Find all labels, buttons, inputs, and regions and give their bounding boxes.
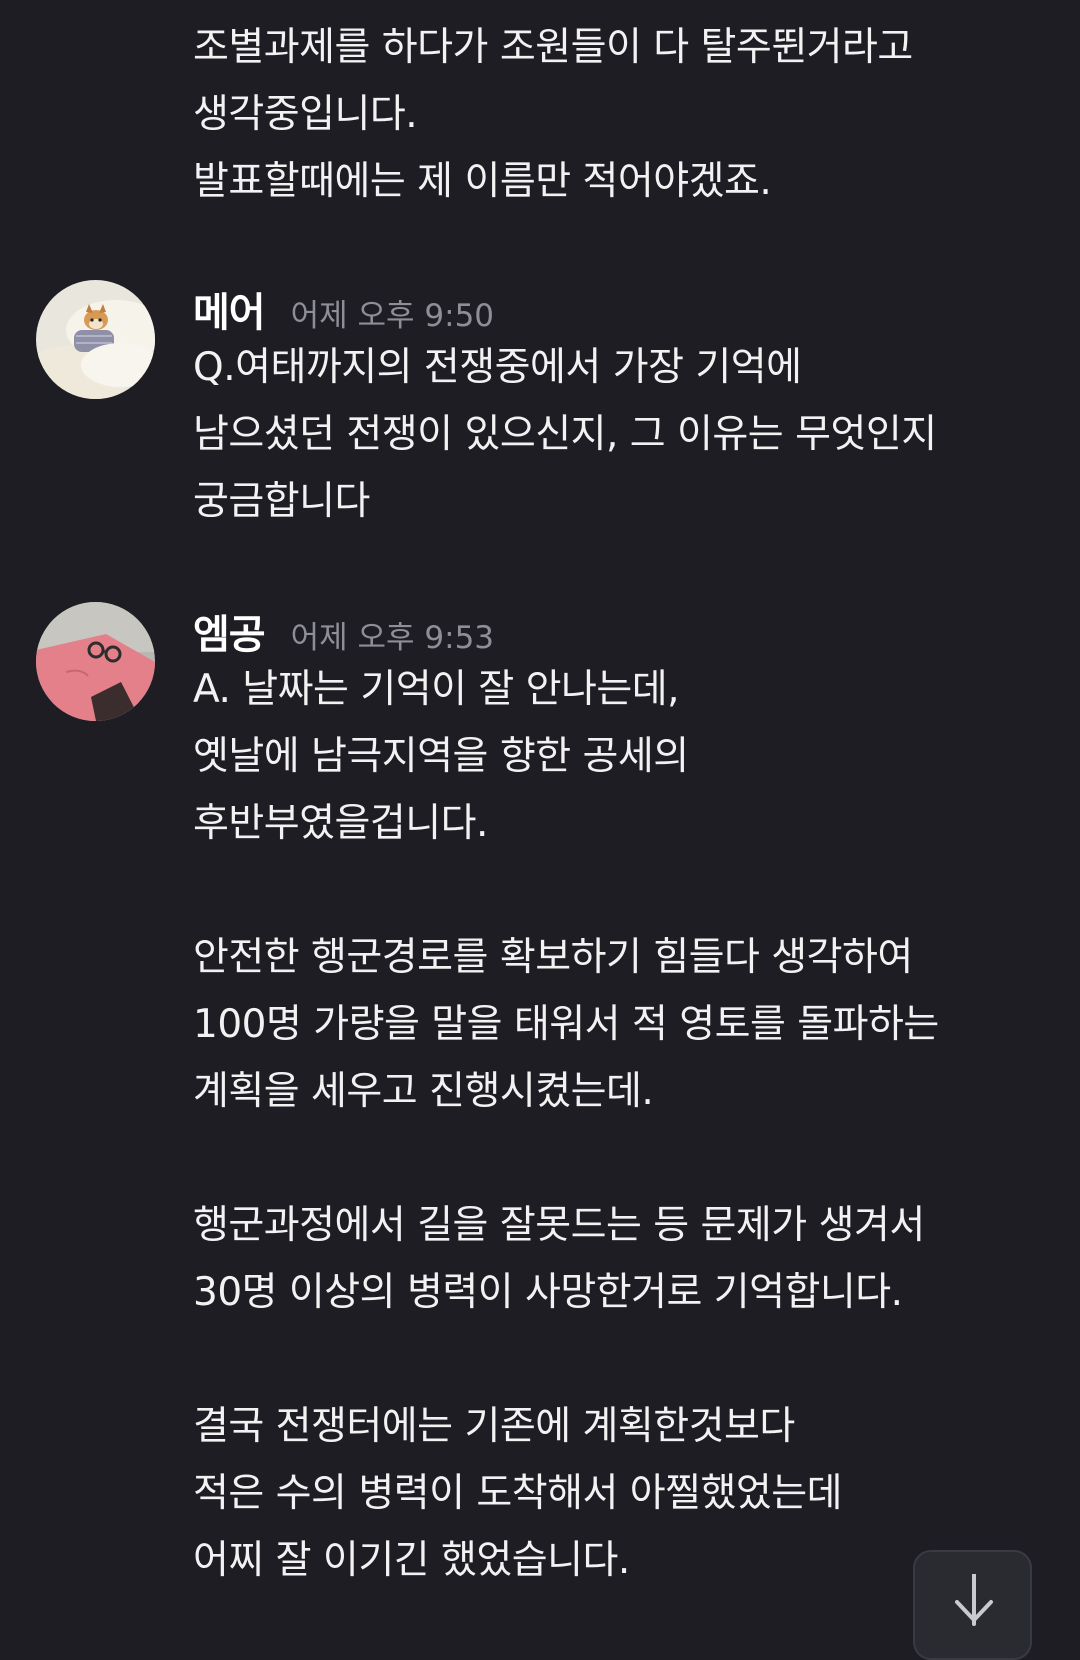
message-body: 조별과제를 하다가 조원들이 다 탈주뛴거라고 생각중입니다. 발표할때에는 제… bbox=[193, 14, 1053, 215]
message-line: 100명 가량을 말을 태워서 적 영토를 돌파하는 bbox=[193, 1002, 939, 1047]
pink-sunglasses-avatar bbox=[36, 602, 155, 721]
avatar[interactable] bbox=[36, 602, 155, 721]
message-line: 계획을 세우고 진행시켰는데. bbox=[193, 1069, 654, 1114]
scroll-to-bottom-button[interactable] bbox=[913, 1550, 1032, 1660]
message-header: 메어 어제 오후 9:50 bbox=[193, 280, 494, 340]
message-line: 결국 전쟁터에는 기존에 계획한것보다 bbox=[193, 1404, 795, 1449]
message-line: 생각중입니다. bbox=[193, 92, 418, 137]
message-line: 후반부였을겁니다. bbox=[193, 801, 488, 846]
message-line: 궁금합니다 bbox=[193, 479, 370, 524]
message-line: 옛날에 남극지역을 향한 공세의 bbox=[193, 734, 689, 779]
message-line: 행군과정에서 길을 잘못드는 등 문제가 생겨서 bbox=[193, 1203, 925, 1248]
message-line: 30명 이상의 병력이 사망한거로 기억합니다. bbox=[193, 1270, 903, 1315]
message-line: 남으셨던 전쟁이 있으신지, 그 이유는 무엇인지 bbox=[193, 412, 937, 457]
message-line: 발표할때에는 제 이름만 적어야겠죠. bbox=[193, 159, 772, 204]
arrow-down-icon bbox=[955, 1574, 993, 1626]
message-line: A. 날짜는 기억이 잘 안나는데, bbox=[193, 667, 680, 712]
message-body: Q.여태까지의 전쟁중에서 가장 기억에 남으셨던 전쟁이 있으신지, 그 이유… bbox=[193, 334, 1053, 535]
message-header: 엠공 어제 오후 9:53 bbox=[193, 602, 494, 662]
dog-under-blanket-avatar bbox=[36, 280, 155, 399]
author-name[interactable]: 메어 bbox=[193, 280, 266, 338]
avatar[interactable] bbox=[36, 280, 155, 399]
timestamp: 어제 오후 9:50 bbox=[290, 298, 495, 334]
message-line: Q.여태까지의 전쟁중에서 가장 기억에 bbox=[193, 345, 802, 390]
author-name[interactable]: 엠공 bbox=[193, 602, 266, 660]
message-line: 안전한 행군경로를 확보하기 힘들다 생각하여 bbox=[193, 935, 913, 980]
timestamp: 어제 오후 9:53 bbox=[290, 620, 495, 656]
message-line: 적은 수의 병력이 도착해서 아찔했었는데 bbox=[193, 1471, 843, 1516]
chat-message-list[interactable]: 조별과제를 하다가 조원들이 다 탈주뛴거라고 생각중입니다. 발표할때에는 제… bbox=[0, 0, 1080, 1660]
message-body: A. 날짜는 기억이 잘 안나는데, 옛날에 남극지역을 향한 공세의 후반부였… bbox=[193, 656, 1053, 1594]
message-line: 조별과제를 하다가 조원들이 다 탈주뛴거라고 bbox=[193, 25, 913, 70]
